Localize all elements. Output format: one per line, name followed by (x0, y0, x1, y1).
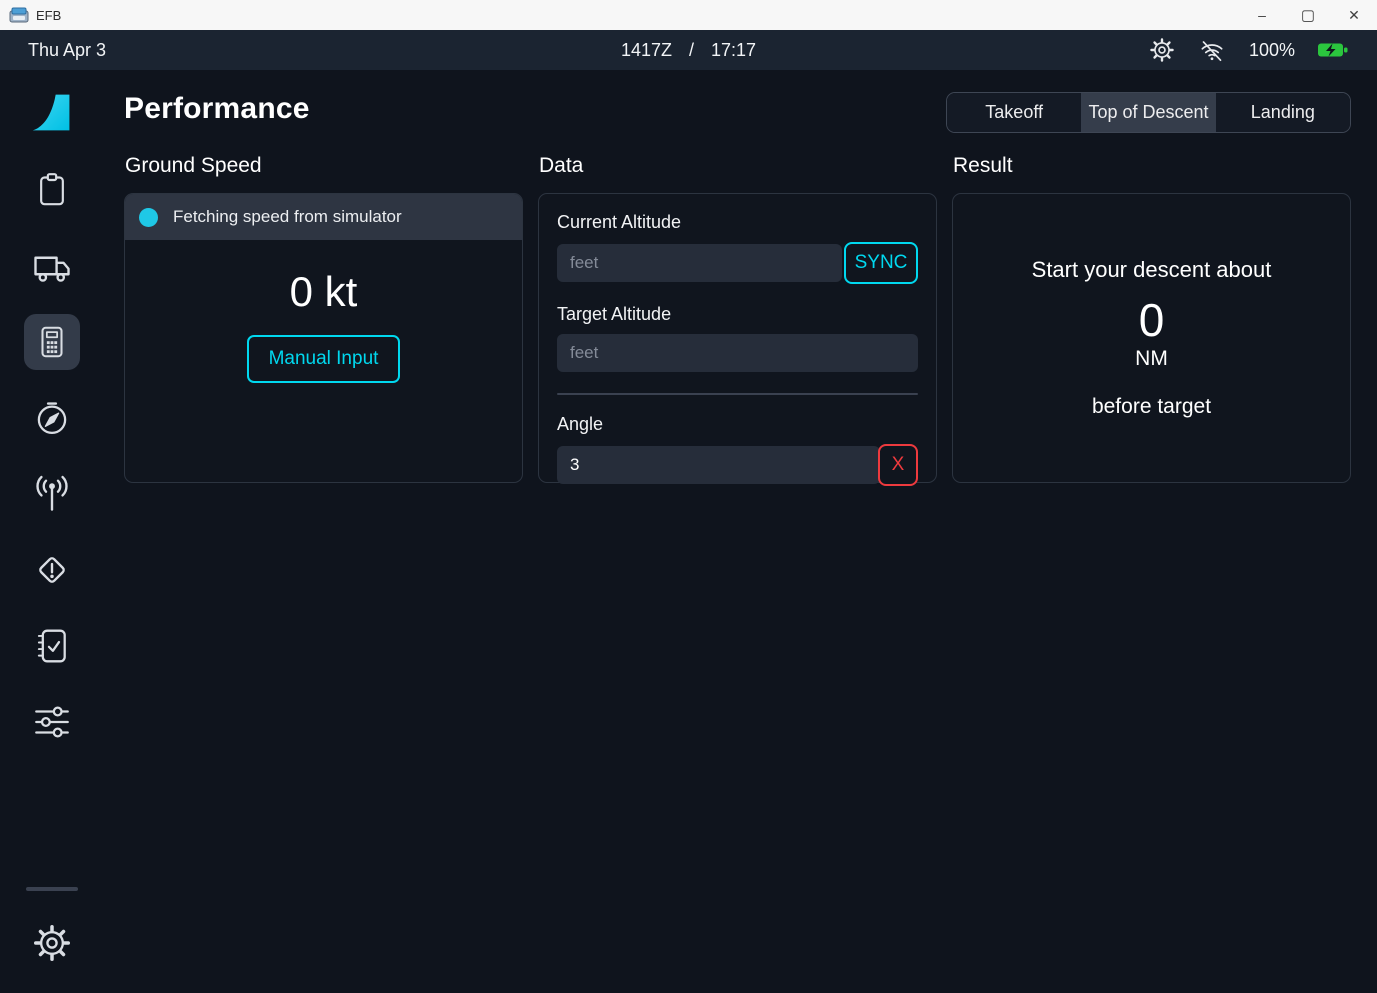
sync-altitude-button[interactable]: SYNC (844, 242, 918, 284)
sidebar-item-ground[interactable] (24, 238, 80, 294)
page-title: Performance (124, 92, 310, 126)
wifi-off-icon (1197, 38, 1227, 63)
result-distance-value: 0 (1139, 295, 1165, 346)
ground-speed-value: 0 kt (290, 268, 358, 316)
data-title: Data (539, 154, 937, 178)
sidebar-item-settings[interactable] (24, 915, 80, 971)
ground-speed-card: Fetching speed from simulator 0 kt Manua… (124, 193, 523, 483)
current-altitude-input[interactable] (557, 244, 842, 282)
angle-input[interactable] (557, 446, 880, 484)
sidebar-item-navigation[interactable] (24, 390, 80, 446)
sidebar-item-presets[interactable] (24, 694, 80, 750)
performance-page: Performance Takeoff Top of Descent Landi… (104, 70, 1377, 993)
battery-percent: 100% (1249, 40, 1295, 61)
window-titlebar: EFB – ▢ ✕ (0, 0, 1377, 30)
result-title: Result (953, 154, 1351, 178)
gear-icon (32, 923, 72, 963)
data-card: Current Altitude SYNC Target Altitude An… (538, 193, 937, 483)
maximize-button[interactable]: ▢ (1285, 0, 1331, 30)
result-distance-unit: NM (1135, 347, 1168, 371)
result-prefix-text: Start your descent about (1032, 257, 1272, 283)
tab-takeoff[interactable]: Takeoff (947, 93, 1081, 132)
sync-status-dot-icon (139, 208, 158, 227)
sidebar-item-failures[interactable] (24, 542, 80, 598)
sync-status-text: Fetching speed from simulator (173, 207, 402, 227)
sidebar (0, 70, 104, 993)
clipboard-icon (32, 170, 72, 210)
compass-icon (31, 397, 73, 439)
warning-diamond-icon (30, 548, 74, 592)
calculator-icon (33, 323, 71, 361)
efb-statusbar: Thu Apr 3 1417Z / 17:17 (0, 30, 1377, 70)
statusbar-clock: 1417Z / 17:17 (621, 40, 756, 61)
checklist-icon (31, 625, 73, 667)
sidebar-item-atc[interactable] (24, 466, 80, 522)
clear-angle-button[interactable]: X (878, 444, 918, 486)
truck-icon (30, 244, 74, 288)
ground-speed-title: Ground Speed (125, 154, 523, 178)
utc-time: 1417Z (621, 40, 672, 61)
quick-settings-gear-icon[interactable] (1149, 37, 1175, 63)
sliders-icon (31, 701, 73, 743)
antenna-icon (30, 472, 74, 516)
ground-speed-status-bar: Fetching speed from simulator (125, 194, 522, 240)
ground-speed-section: Ground Speed Fetching speed from simulat… (124, 154, 523, 483)
sidebar-item-performance[interactable] (24, 314, 80, 370)
efb-app-icon (9, 7, 29, 24)
data-divider (557, 393, 918, 395)
sidebar-divider (26, 887, 78, 891)
manual-input-button[interactable]: Manual Input (247, 335, 401, 383)
angle-label: Angle (557, 414, 918, 435)
result-section: Result Start your descent about 0 NM bef… (952, 154, 1351, 483)
local-time: 17:17 (711, 40, 756, 61)
result-card: Start your descent about 0 NM before tar… (952, 193, 1351, 483)
target-altitude-label: Target Altitude (557, 304, 918, 325)
flybywire-logo (24, 88, 80, 138)
tab-top-of-descent[interactable]: Top of Descent (1081, 93, 1215, 132)
target-altitude-input[interactable] (557, 334, 918, 372)
minimize-button[interactable]: – (1239, 0, 1285, 30)
result-suffix-text: before target (1092, 395, 1211, 419)
close-button[interactable]: ✕ (1331, 0, 1377, 30)
sidebar-item-dashboard[interactable] (24, 162, 80, 218)
statusbar-date: Thu Apr 3 (28, 40, 106, 61)
battery-charging-icon (1317, 40, 1349, 60)
time-separator: / (689, 40, 694, 61)
current-altitude-label: Current Altitude (557, 212, 918, 233)
sidebar-item-checklists[interactable] (24, 618, 80, 674)
performance-tab-bar: Takeoff Top of Descent Landing (946, 92, 1351, 133)
window-title: EFB (36, 8, 61, 23)
data-section: Data Current Altitude SYNC Target Altitu… (538, 154, 937, 483)
tab-landing[interactable]: Landing (1216, 93, 1350, 132)
